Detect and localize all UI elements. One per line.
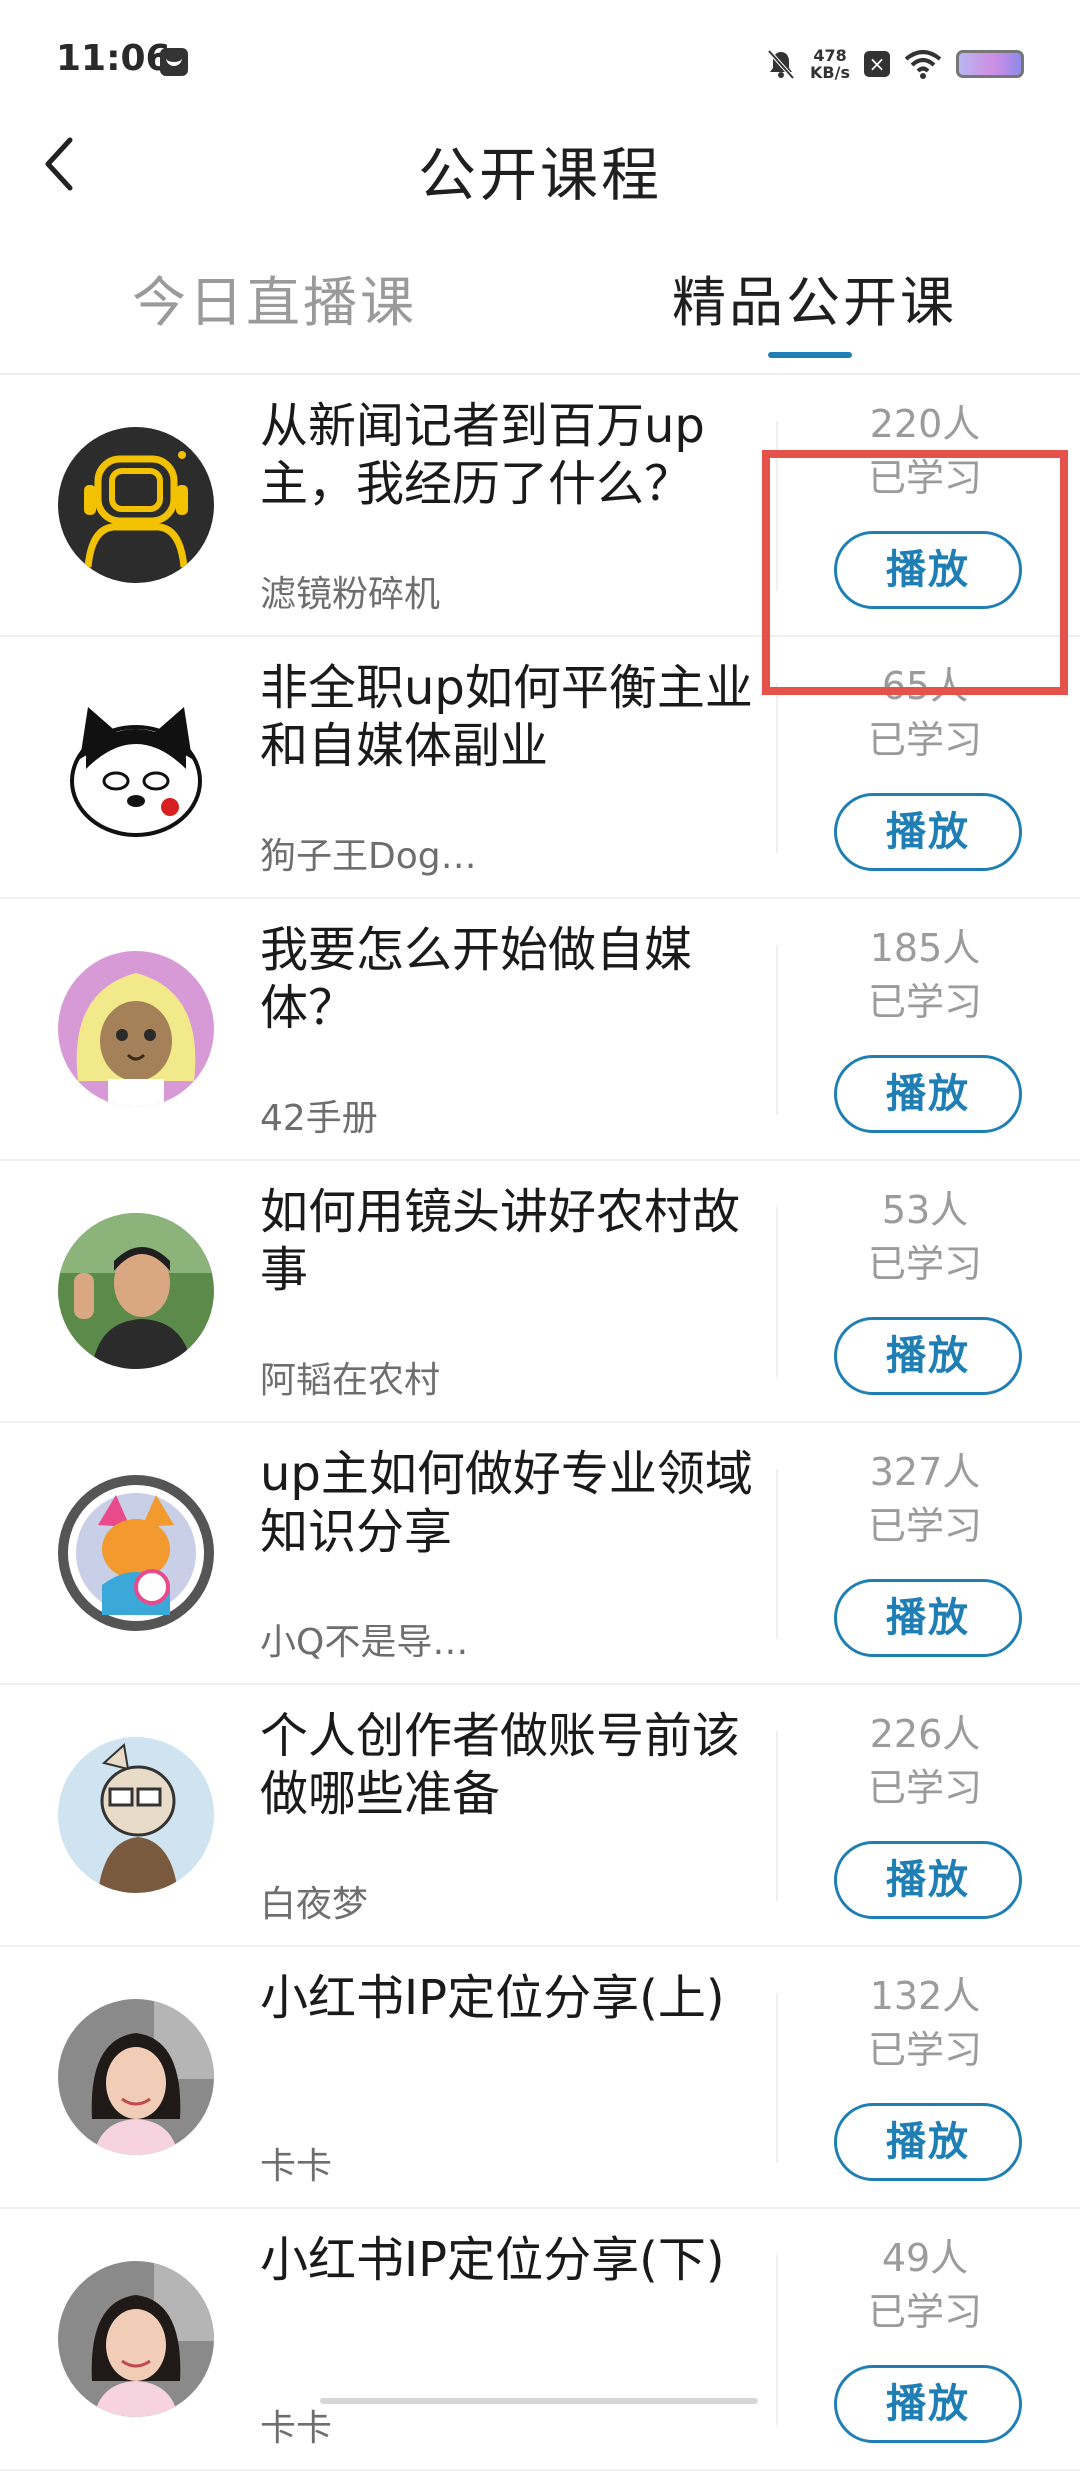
highlight-box	[762, 450, 1068, 695]
divider	[776, 683, 778, 853]
study-count-number: 49人	[881, 2236, 969, 2280]
study-count: 185人 已学习	[800, 921, 1050, 1029]
course-row[interactable]: up主如何做好专业领域知识分享 小Q不是导… 327人 已学习 播放	[0, 1423, 1080, 1685]
study-count-number: 220人	[869, 402, 981, 446]
course-title[interactable]: 小红书IP定位分享(下)	[260, 2231, 760, 2289]
status-time: 11:06	[56, 38, 171, 79]
course-row[interactable]: 个人创作者做账号前该做哪些准备 白夜梦 226人 已学习 播放	[0, 1685, 1080, 1947]
play-button[interactable]: 播放	[834, 1317, 1022, 1395]
course-row[interactable]: 小红书IP定位分享(下) 卡卡 49人 已学习 播放	[0, 2209, 1080, 2471]
battery-icon	[956, 50, 1024, 78]
play-button[interactable]: 播放	[834, 1579, 1022, 1657]
course-author: 42手册	[260, 1098, 378, 1139]
course-title[interactable]: 非全职up如何平衡主业和自媒体副业	[260, 659, 760, 775]
glasses-character-icon[interactable]	[58, 1737, 214, 1893]
study-count-label: 已学习	[867, 2028, 982, 2072]
study-count-number: 132人	[869, 1974, 981, 2018]
cartoon-dog-icon[interactable]	[58, 689, 214, 845]
play-button[interactable]: 播放	[834, 1841, 1022, 1919]
study-count: 327人 已学习	[800, 1445, 1050, 1553]
scroll-indicator	[320, 2398, 758, 2404]
sim-disabled-icon: ×	[864, 51, 890, 77]
study-count-label: 已学习	[867, 718, 982, 762]
study-count-label: 已学习	[867, 1766, 982, 1810]
study-count-number: 226人	[869, 1712, 981, 1756]
study-count: 53人 已学习	[800, 1183, 1050, 1291]
woman-photo-icon[interactable]	[58, 1999, 214, 2155]
play-button[interactable]: 播放	[834, 2365, 1022, 2443]
colorful-fox-icon[interactable]	[58, 1475, 214, 1631]
course-title[interactable]: up主如何做好专业领域知识分享	[260, 1445, 760, 1561]
course-author: 滤镜粉碎机	[260, 574, 441, 615]
study-count: 226人 已学习	[800, 1707, 1050, 1815]
course-author: 阿韬在农村	[260, 1360, 441, 1401]
divider	[776, 1731, 778, 1901]
course-row[interactable]: 小红书IP定位分享(上) 卡卡 132人 已学习 播放	[0, 1947, 1080, 2209]
tab-today-live[interactable]: 今日直播课	[132, 258, 417, 337]
study-count: 49人 已学习	[800, 2231, 1050, 2339]
tab-active-indicator	[768, 352, 852, 358]
divider	[776, 1993, 778, 2163]
course-title[interactable]: 我要怎么开始做自媒体？	[260, 921, 760, 1037]
page-title: 公开课程	[417, 141, 662, 209]
status-icons: 478 KB/s ×	[766, 40, 1024, 88]
study-count-label: 已学习	[867, 2290, 982, 2334]
course-row[interactable]: 如何用镜头讲好农村故事 阿韬在农村 53人 已学习 播放	[0, 1161, 1080, 1423]
course-row[interactable]: 我要怎么开始做自媒体？ 42手册 185人 已学习 播放	[0, 899, 1080, 1161]
study-count-label: 已学习	[867, 1504, 982, 1548]
study-count-number: 327人	[869, 1450, 981, 1494]
network-speed-unit: KB/s	[810, 63, 850, 82]
divider	[776, 945, 778, 1115]
course-author: 狗子王Dog…	[260, 836, 477, 877]
course-author: 小Q不是导…	[260, 1622, 469, 1663]
play-button[interactable]: 播放	[834, 2103, 1022, 2181]
play-button[interactable]: 播放	[834, 793, 1022, 871]
study-count-label: 已学习	[867, 1242, 982, 1286]
course-title[interactable]: 小红书IP定位分享(上)	[260, 1969, 760, 2027]
study-count-number: 53人	[881, 1188, 969, 1232]
tab-featured-courses[interactable]: 精品公开课	[672, 258, 957, 337]
status-bar: 11:06 478 KB/s ×	[0, 0, 1080, 125]
divider	[776, 2255, 778, 2425]
man-photo-icon[interactable]	[58, 1213, 214, 1369]
woman-photo-icon[interactable]	[58, 2261, 214, 2417]
study-count-number: 185人	[869, 926, 981, 970]
wifi-icon	[904, 50, 942, 79]
study-count: 132人 已学习	[800, 1969, 1050, 2077]
course-author: 白夜梦	[260, 1884, 369, 1925]
course-title[interactable]: 如何用镜头讲好农村故事	[260, 1183, 760, 1299]
study-count-label: 已学习	[867, 980, 982, 1024]
course-author: 卡卡	[260, 2408, 333, 2449]
divider	[776, 1469, 778, 1639]
course-title[interactable]: 从新闻记者到百万up主，我经历了什么？	[260, 397, 760, 513]
network-speed-value: 478	[813, 46, 847, 65]
cat-wig-icon[interactable]	[58, 951, 214, 1107]
course-title[interactable]: 个人创作者做账号前该做哪些准备	[260, 1707, 760, 1823]
astronaut-helmet-icon[interactable]	[58, 427, 214, 583]
bell-muted-icon	[767, 49, 795, 80]
play-button[interactable]: 播放	[834, 1055, 1022, 1133]
course-author: 卡卡	[260, 2146, 333, 2187]
message-notification-icon	[160, 48, 188, 76]
divider	[776, 1207, 778, 1377]
network-speed: 478 KB/s	[810, 47, 850, 81]
